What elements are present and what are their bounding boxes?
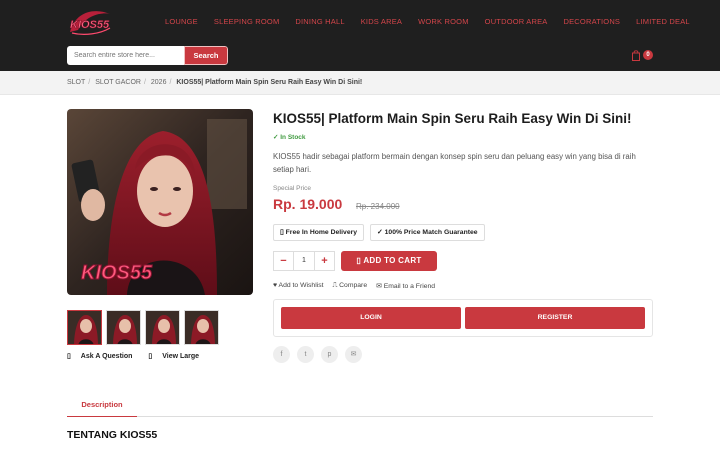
breadcrumb-separator: / — [143, 79, 146, 86]
cart[interactable]: 0 — [632, 49, 654, 63]
old-price: Rp. 234.000 — [356, 202, 400, 211]
nav-sleeping-room[interactable]: SLEEPING ROOM — [214, 17, 280, 26]
product-price: Rp. 19.000 — [273, 196, 343, 212]
breadcrumb-2026[interactable]: 2026 — [151, 79, 167, 86]
breadcrumb-bar: SLOT / SLOT GACOR/ 2026/ KIOS55| Platform… — [0, 71, 720, 95]
add-to-wishlist-link[interactable]: ♥ Add to Wishlist — [273, 282, 324, 290]
breadcrumb-slot[interactable]: SLOT — [67, 79, 85, 86]
breadcrumb-slot-gacor[interactable]: SLOT GACOR — [95, 79, 141, 86]
delivery-badge-label: Free In Home Delivery — [285, 229, 358, 236]
price-match-badge: ✓ 100% Price Match Guarantee — [370, 224, 485, 241]
delivery-badge: ▯ Free In Home Delivery — [273, 224, 365, 241]
breadcrumb-current: KIOS55| Platform Main Spin Seru Raih Eas… — [176, 79, 363, 86]
search-form: Search — [67, 46, 228, 65]
shopping-bag-icon — [632, 50, 640, 61]
thumbnail-gallery — [67, 310, 223, 345]
register-button[interactable]: REGISTER — [465, 307, 645, 329]
nav-lounge[interactable]: LOUNGE — [165, 17, 198, 26]
cart-count-badge: 0 — [643, 50, 653, 60]
quantity-input[interactable]: 1 — [293, 252, 315, 270]
login-button[interactable]: LOGIN — [281, 307, 461, 329]
image-links: ▯ Ask A Question ▯ View Large — [67, 352, 215, 360]
email-icon[interactable]: ✉ — [345, 346, 362, 363]
view-large-link[interactable]: ▯ View Large — [148, 352, 207, 360]
nav-work-room[interactable]: WORK ROOM — [418, 17, 469, 26]
quantity-decrease-button[interactable]: − — [274, 252, 293, 270]
nav-decorations[interactable]: DECORATIONS — [563, 17, 620, 26]
product-title: KIOS55| Platform Main Spin Seru Raih Eas… — [273, 111, 632, 126]
quantity-stepper: − 1 + — [273, 251, 335, 271]
facebook-icon[interactable]: f — [273, 346, 290, 363]
email-friend-link[interactable]: ✉ Email to a Friend — [376, 282, 435, 290]
breadcrumb: SLOT / SLOT GACOR/ 2026/ KIOS55| Platform… — [67, 79, 362, 86]
tab-description[interactable]: Description — [67, 393, 137, 417]
auth-box: LOGIN REGISTER — [273, 299, 653, 337]
product-photo: KIOS55 — [67, 109, 253, 295]
thumbnail[interactable] — [67, 310, 102, 345]
search-input[interactable] — [67, 46, 184, 65]
feature-badges: ▯ Free In Home Delivery ✓ 100% Price Mat… — [273, 224, 491, 241]
social-share: f t p ✉ — [273, 346, 369, 363]
pinterest-icon[interactable]: p — [321, 346, 338, 363]
thumbnail[interactable] — [184, 310, 219, 345]
thumbnail[interactable] — [106, 310, 141, 345]
product-description: KIOS55 hadir sebagai platform bermain de… — [273, 152, 636, 174]
breadcrumb-separator: / — [88, 79, 91, 86]
kios55-logo[interactable]: KIOS55 — [66, 6, 114, 38]
section-title: TENTANG KIOS55 — [67, 429, 158, 441]
svg-text:KIOS55: KIOS55 — [70, 19, 110, 31]
thumbnail[interactable] — [145, 310, 180, 345]
breadcrumb-separator: / — [169, 79, 172, 86]
main-nav: LOUNGE SLEEPING ROOM DINING HALL KIDS AR… — [157, 17, 698, 26]
product-tabs: Description — [67, 393, 653, 417]
ask-question-link[interactable]: ▯ Ask A Question — [67, 352, 140, 360]
expand-icon: ▯ — [148, 353, 155, 360]
nav-kids-area[interactable]: KIDS AREA — [361, 17, 402, 26]
nav-outdoor-area[interactable]: OUTDOOR AREA — [485, 17, 548, 26]
special-price-label: Special Price — [273, 185, 311, 192]
add-to-cart-button[interactable]: ▯ ADD TO CART — [341, 251, 437, 271]
svg-text:KIOS55: KIOS55 — [81, 262, 153, 284]
site-header: KIOS55 LOUNGE SLEEPING ROOM DINING HALL … — [0, 0, 720, 71]
stock-status: ✓ In Stock — [273, 134, 306, 141]
nav-limited-deal[interactable]: LIMITED DEAL — [636, 17, 690, 26]
add-to-cart-label: ADD TO CART — [363, 256, 422, 265]
product-main-image[interactable]: KIOS55 — [67, 109, 253, 295]
question-icon: ▯ — [67, 353, 73, 360]
compare-link[interactable]: ⎍ Compare — [333, 282, 368, 290]
view-large-label: View Large — [162, 353, 200, 360]
ask-question-label: Ask A Question — [80, 353, 133, 360]
product-actions: ♥ Add to Wishlist ⎍ Compare ✉ Email to a… — [273, 282, 444, 290]
nav-dining-hall[interactable]: DINING HALL — [295, 17, 344, 26]
quantity-increase-button[interactable]: + — [315, 252, 334, 270]
twitter-icon[interactable]: t — [297, 346, 314, 363]
search-button[interactable]: Search — [184, 46, 228, 65]
